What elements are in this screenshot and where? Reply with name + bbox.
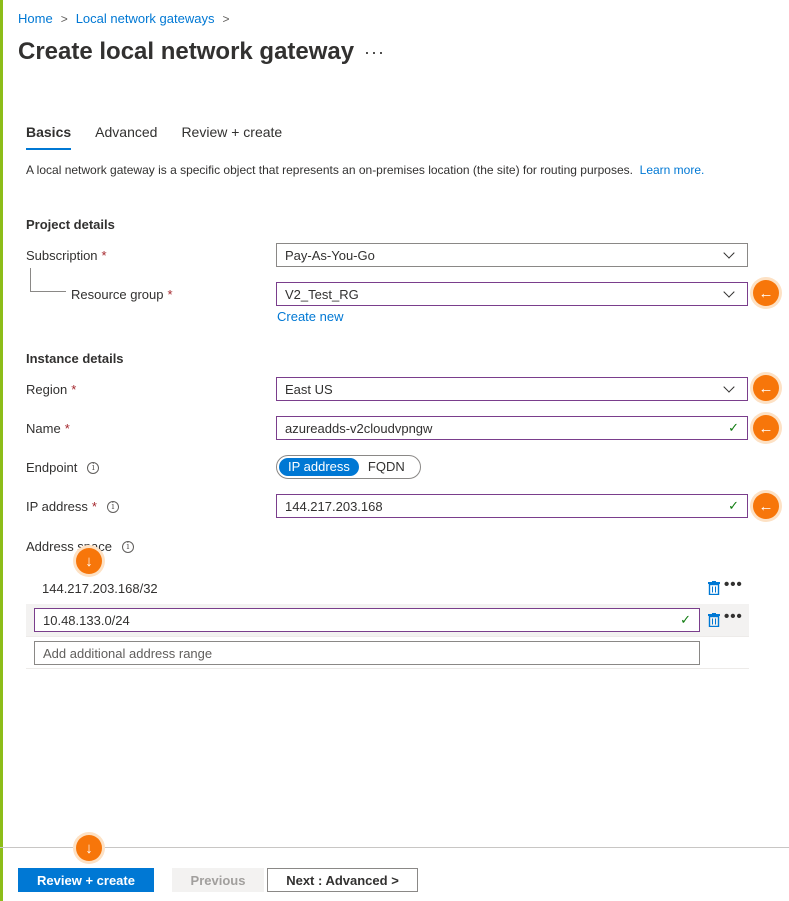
resource-group-label-text: Resource group bbox=[71, 287, 164, 302]
required-marker: * bbox=[101, 248, 107, 263]
chevron-down-icon bbox=[723, 286, 735, 298]
address-range-value: 10.48.133.0/24 bbox=[43, 612, 130, 628]
info-icon[interactable]: i bbox=[87, 461, 100, 474]
resource-group-value: V2_Test_RG bbox=[285, 286, 359, 302]
required-marker: * bbox=[64, 421, 70, 436]
breadcrumb: Home > Local network gateways > bbox=[18, 11, 229, 26]
page-title: Create local network gateway bbox=[18, 38, 355, 65]
row-more-icon[interactable]: ••• bbox=[724, 576, 743, 593]
arrow-down-marker-icon: ↓ bbox=[76, 835, 102, 861]
description: A local network gateway is a specific ob… bbox=[26, 162, 746, 179]
endpoint-option-fqdn[interactable]: FQDN bbox=[359, 458, 414, 476]
subscription-value: Pay-As-You-Go bbox=[285, 247, 375, 263]
check-icon: ✓ bbox=[728, 420, 739, 435]
subscription-label-text: Subscription bbox=[26, 248, 98, 263]
arrow-left-marker-icon: ← bbox=[753, 375, 779, 401]
tab-bar: Basics Advanced Review + create bbox=[26, 124, 282, 150]
previous-button[interactable]: Previous bbox=[172, 868, 264, 892]
project-details-heading: Project details bbox=[26, 217, 115, 232]
name-label: Name * bbox=[26, 421, 70, 436]
region-label: Region * bbox=[26, 382, 76, 397]
arrow-left-marker-icon: ← bbox=[753, 280, 779, 306]
row-divider bbox=[26, 636, 749, 637]
row-more-icon[interactable]: ••• bbox=[724, 608, 743, 625]
address-range-row: 144.217.203.168/32 bbox=[26, 572, 749, 604]
tab-advanced[interactable]: Advanced bbox=[95, 124, 157, 150]
ip-address-label-text: IP address bbox=[26, 499, 88, 514]
region-label-text: Region bbox=[26, 382, 68, 397]
chevron-right-icon: > bbox=[60, 11, 68, 26]
review-create-button[interactable]: Review + create bbox=[18, 868, 154, 892]
tab-basics[interactable]: Basics bbox=[26, 124, 72, 150]
address-range-input[interactable]: 10.48.133.0/24 ✓ bbox=[34, 608, 700, 632]
accent-bar bbox=[0, 0, 3, 901]
endpoint-toggle: IP address FQDN bbox=[276, 455, 421, 479]
delete-icon[interactable] bbox=[708, 613, 720, 627]
arrow-left-marker-icon: ← bbox=[753, 415, 779, 441]
more-options-button[interactable]: ··· bbox=[364, 42, 385, 63]
resource-group-label: Resource group * bbox=[71, 287, 173, 302]
add-address-range-input[interactable]: Add additional address range bbox=[34, 641, 700, 665]
region-dropdown[interactable]: East US bbox=[276, 377, 748, 401]
endpoint-label: Endpoint i bbox=[26, 460, 100, 475]
instance-details-heading: Instance details bbox=[26, 351, 124, 366]
chevron-down-icon bbox=[723, 381, 735, 393]
breadcrumb-home[interactable]: Home bbox=[18, 11, 53, 26]
chevron-down-icon bbox=[723, 247, 735, 259]
delete-icon[interactable] bbox=[708, 581, 720, 595]
footer-divider bbox=[0, 847, 789, 848]
chevron-right-icon: > bbox=[222, 11, 230, 26]
next-advanced-button[interactable]: Next : Advanced > bbox=[267, 868, 418, 892]
info-icon[interactable]: i bbox=[122, 540, 134, 553]
add-address-range-placeholder: Add additional address range bbox=[43, 645, 213, 661]
region-value: East US bbox=[285, 381, 333, 397]
tab-review-create[interactable]: Review + create bbox=[181, 124, 282, 150]
arrow-left-marker-icon: ← bbox=[753, 493, 779, 519]
check-icon: ✓ bbox=[728, 498, 739, 513]
ip-address-input[interactable]: 144.217.203.168 ✓ bbox=[276, 494, 748, 518]
info-icon[interactable]: i bbox=[106, 500, 119, 513]
ip-address-value: 144.217.203.168 bbox=[285, 498, 383, 514]
check-icon: ✓ bbox=[680, 612, 691, 627]
endpoint-option-ip-address[interactable]: IP address bbox=[279, 458, 359, 476]
name-label-text: Name bbox=[26, 421, 61, 436]
address-range-value: 144.217.203.168/32 bbox=[42, 580, 158, 596]
required-marker: * bbox=[91, 499, 97, 514]
name-value: azureadds-v2cloudvpngw bbox=[285, 420, 433, 436]
tree-connector bbox=[30, 268, 66, 292]
subscription-label: Subscription * bbox=[26, 248, 107, 263]
resource-group-dropdown[interactable]: V2_Test_RG bbox=[276, 282, 748, 306]
create-new-link[interactable]: Create new bbox=[277, 309, 343, 324]
learn-more-link[interactable]: Learn more. bbox=[640, 163, 705, 177]
required-marker: * bbox=[71, 382, 77, 397]
endpoint-label-text: Endpoint bbox=[26, 460, 78, 475]
name-input[interactable]: azureadds-v2cloudvpngw ✓ bbox=[276, 416, 748, 440]
address-space-label-text: Address space bbox=[26, 539, 112, 554]
arrow-down-marker-icon: ↓ bbox=[76, 548, 102, 574]
ip-address-label: IP address * i bbox=[26, 499, 119, 514]
description-text: A local network gateway is a specific ob… bbox=[26, 163, 633, 177]
required-marker: * bbox=[167, 287, 173, 302]
breadcrumb-gateways[interactable]: Local network gateways bbox=[76, 11, 215, 26]
row-divider bbox=[26, 668, 749, 669]
subscription-dropdown[interactable]: Pay-As-You-Go bbox=[276, 243, 748, 267]
